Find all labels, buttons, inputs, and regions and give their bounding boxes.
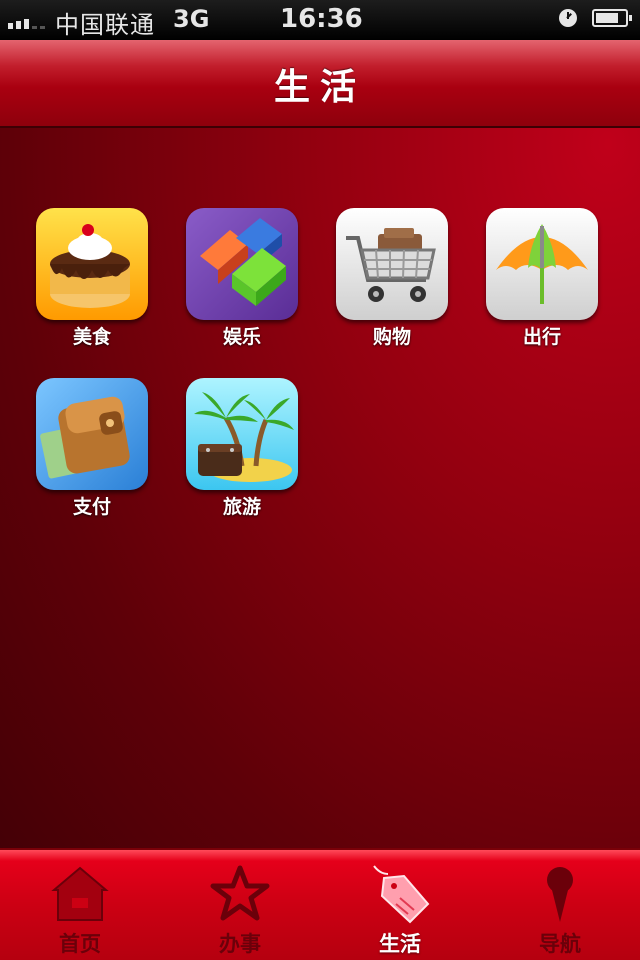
app-label: 购物	[372, 326, 411, 348]
app-label: 旅游	[222, 496, 261, 518]
clock-icon	[559, 9, 577, 27]
app-food[interactable]: 美食	[15, 208, 165, 358]
wallet-icon	[36, 378, 148, 490]
shopping-cart-icon	[336, 208, 448, 320]
tag-icon	[373, 865, 430, 924]
status-bar: 中国联通 3G 16:36	[0, 0, 640, 40]
map-pin-icon	[547, 867, 573, 922]
app-shopping[interactable]: 购物	[315, 208, 465, 358]
network-type: 3G	[173, 5, 210, 33]
star-icon	[210, 865, 270, 921]
carrier-name: 中国联通	[55, 11, 155, 39]
tab-home[interactable]: 首页	[0, 850, 160, 960]
status-time: 16:36	[280, 4, 363, 34]
tab-label: 导航	[539, 932, 581, 956]
app-travel-out[interactable]: 出行	[465, 208, 615, 358]
tab-bar: 首页 办事 生活 导航	[0, 848, 640, 960]
app-payment[interactable]: 支付	[15, 378, 165, 528]
signal-icon	[8, 13, 45, 29]
screen: 中国联通 3G 16:36 生活 美食 娱乐 购物 出行 支付 旅游 首页 办事…	[0, 0, 640, 960]
app-entertainment[interactable]: 娱乐	[165, 208, 315, 358]
tab-label: 办事	[219, 932, 261, 956]
battery-icon	[592, 9, 632, 27]
blocks-icon	[186, 208, 298, 320]
app-label: 美食	[72, 326, 111, 348]
app-label: 支付	[72, 496, 111, 518]
title-bar: 生活	[0, 40, 640, 128]
home-icon	[51, 866, 109, 921]
tab-navigation[interactable]: 导航	[480, 850, 640, 960]
tab-life[interactable]: 生活	[320, 850, 480, 960]
tab-label: 生活	[379, 932, 421, 956]
palm-island-icon	[186, 378, 298, 490]
cake-icon	[36, 208, 148, 320]
page-title: 生活	[273, 67, 366, 108]
app-label: 娱乐	[222, 326, 261, 348]
tab-tasks[interactable]: 办事	[160, 850, 320, 960]
app-tourism[interactable]: 旅游	[165, 378, 315, 528]
app-label: 出行	[522, 326, 561, 348]
umbrella-icon	[486, 208, 598, 320]
tab-label: 首页	[59, 932, 101, 956]
